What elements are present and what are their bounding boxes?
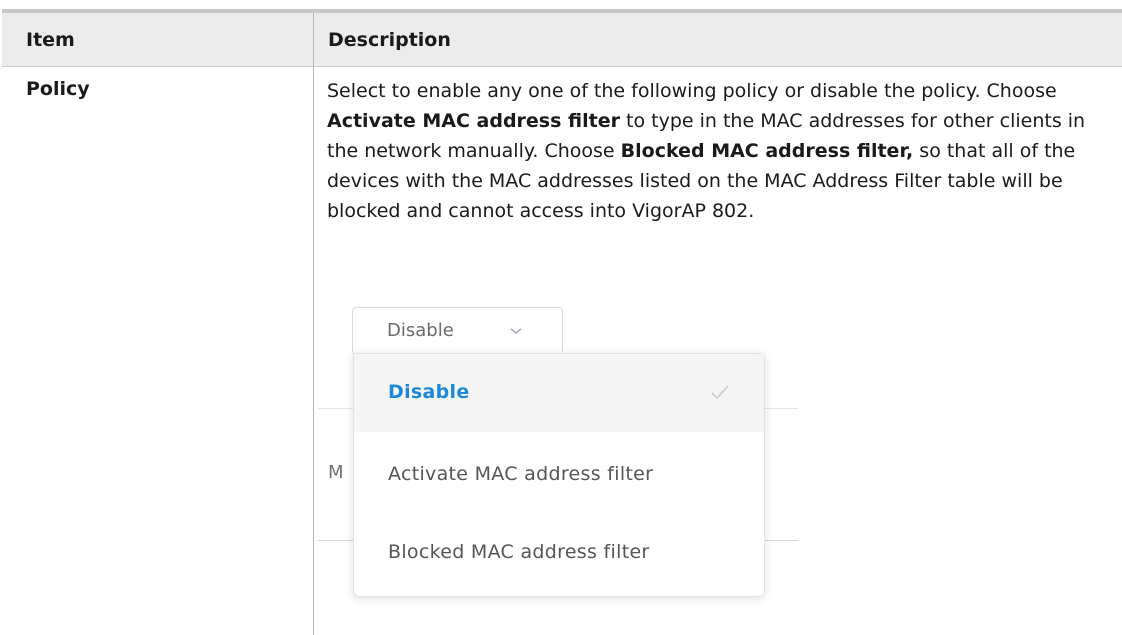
desc-bold-blocked: Blocked MAC address filter, [620,140,914,162]
header-item: Item [26,29,75,51]
policy-dropdown-menu: Disable Activate MAC address filter Bloc… [353,353,765,597]
option-blocked-mac-filter[interactable]: Blocked MAC address filter [354,514,764,592]
option-label: Activate MAC address filter [388,463,654,485]
row-item-policy: Policy [26,78,90,100]
chevron-down-icon [510,328,522,334]
option-activate-mac-filter[interactable]: Activate MAC address filter [354,436,764,514]
table-header-row: Item Description [2,13,1122,66]
option-disable[interactable]: Disable [354,354,764,432]
check-icon [711,385,729,400]
column-divider [313,13,314,635]
background-label-fragment: M [328,462,344,483]
row-description-policy: Select to enable any one of the followin… [327,76,1102,226]
header-divider [2,66,1122,67]
header-description: Description [328,29,451,51]
policy-select[interactable]: Disable [352,307,563,353]
desc-bold-activate: Activate MAC address filter [327,110,620,132]
option-label: Blocked MAC address filter [388,541,650,563]
policy-dropdown-screenshot: M Disable Disable Activate MAC address f… [318,290,818,620]
policy-select-value: Disable [387,320,454,341]
desc-intro: Select to enable any one of the followin… [327,80,1057,102]
option-label: Disable [388,381,470,403]
